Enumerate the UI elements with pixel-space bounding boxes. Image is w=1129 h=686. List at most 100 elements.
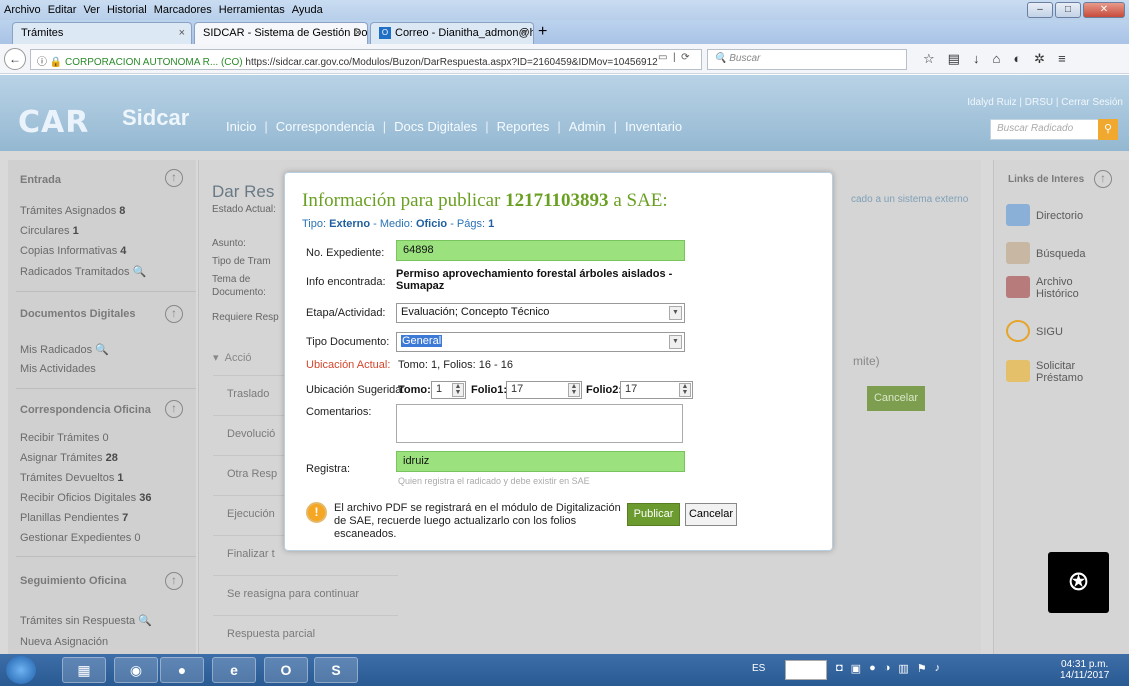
tray-sync-icon[interactable]: ● [869,662,876,675]
sidebar-item-planillas[interactable]: Planillas Pendientes 7 [20,512,128,524]
sidebar-item-tramites-devueltos[interactable]: Trámites Devueltos 1 [20,472,124,484]
menu-herramientas[interactable]: Herramientas [219,4,285,16]
collapse-up-icon[interactable]: ↑ [165,400,183,418]
sidebar-item-tramites-asignados[interactable]: Trámites Asignados 8 [20,205,125,217]
site-identity[interactable]: CORPORACION AUTONOMA R... (CO) [65,57,243,68]
menu-archivo[interactable]: Archivo [4,4,41,16]
bookmark-star-icon[interactable]: ☆ [923,51,935,67]
sidcar-logo[interactable]: Sidcar [122,105,189,131]
sidebar-item-nueva-asignacion[interactable]: Nueva Asignación [20,636,108,648]
home-icon[interactable]: ⌂ [992,51,1000,67]
menu-marcadores[interactable]: Marcadores [154,4,212,16]
firefox-icon[interactable]: ● [160,657,204,683]
sidebar-item-recibir-oficios[interactable]: Recibir Oficios Digitales 36 [20,492,151,504]
minimize-button[interactable]: – [1027,2,1053,18]
sidebar-item-mis-actividades[interactable]: Mis Actividades [20,363,96,375]
tab-correo[interactable]: O Correo - Dianitha_admon@h × [370,22,534,44]
link-solicitar-prestamo[interactable]: Solicitar Préstamo [1006,360,1096,384]
tray-network-icon[interactable]: ◑ [884,662,891,675]
tab-tramites[interactable]: Trámites × [12,22,192,44]
file-explorer-icon[interactable]: ▦ [62,657,106,683]
tray-printer-icon[interactable]: ▥ [898,662,908,675]
skype-icon[interactable]: S [314,657,358,683]
internet-explorer-icon[interactable]: e [212,657,256,683]
nav-docs-digitales[interactable]: Docs Digitales [394,119,477,134]
tray-app-icon[interactable]: ▣ [851,662,861,675]
sidebar-item-mis-radicados[interactable]: Mis Radicados 🔍 [20,343,109,356]
tray-flag-icon[interactable]: ⚑ [917,662,927,675]
etapa-select[interactable]: Evaluación; Concepto Técnico ▼ [396,303,685,323]
system-clock[interactable]: 04:31 p.m. 14/11/2017 [1060,659,1109,681]
nav-admin[interactable]: Admin [569,119,606,134]
url-bar[interactable]: ⓘ 🔒 CORPORACION AUTONOMA R... (CO) https… [30,49,702,70]
sidebar-item-radicados-tramitados[interactable]: Radicados Tramitados 🔍 [20,265,146,278]
pocket-icon[interactable]: ◐ [1013,51,1021,67]
search-input[interactable]: 🔍 Buscar [707,49,907,70]
folio2-stepper[interactable]: 17 ▲ ▼ [620,381,693,399]
link-sigu[interactable]: SIGU [1006,320,1063,342]
tipodoc-select[interactable]: General ▼ [396,332,685,352]
search-icon[interactable]: ⚲ [1098,119,1118,140]
reader-icon[interactable]: ▭ [658,52,667,63]
menu-ayuda[interactable]: Ayuda [292,4,323,16]
car-logo[interactable]: CAR [18,105,89,140]
maximize-button[interactable]: □ [1055,2,1081,18]
publish-button[interactable]: Publicar [627,503,680,526]
sidebar-item-copias[interactable]: Copias Informativas 4 [20,245,126,257]
nav-inventario[interactable]: Inventario [625,119,682,134]
show-desktop-button[interactable] [785,660,827,680]
close-tab-icon[interactable]: × [521,27,527,39]
action-respuesta-parcial[interactable]: Respuesta parcial [213,615,398,655]
back-arrow-icon[interactable]: ← [4,48,26,70]
app-badge-icon[interactable]: ⍟ [1048,552,1109,613]
tray-shield-icon[interactable]: ◘ [836,662,843,675]
spinner-icon[interactable]: ▲ ▼ [568,383,580,397]
action-reasigna[interactable]: Se reasigna para continuar [213,575,398,615]
bookmarks-list-icon[interactable]: ▤ [948,51,960,67]
spinner-icon[interactable]: ▲ ▼ [452,383,464,397]
sidebar-item-recibir-tramites[interactable]: Recibir Trámites 0 [20,432,109,444]
folio1-stepper[interactable]: 17 ▲ ▼ [506,381,582,399]
expediente-field[interactable]: 64898 [396,240,685,261]
collapse-up-icon[interactable]: ↑ [1094,170,1112,188]
collapse-up-icon[interactable]: ↑ [165,305,183,323]
download-icon[interactable]: ↓ [973,51,980,67]
reload-icon[interactable]: ⟳ [681,52,689,63]
cancel-button-background[interactable]: Cancelar [867,386,925,411]
sidebar-item-gestionar-expedientes[interactable]: Gestionar Expedientes 0 [20,532,140,544]
language-indicator[interactable]: ES [752,663,765,674]
start-button-icon[interactable] [6,656,36,684]
url-address[interactable]: https://sidcar.car.gov.co/Modulos/Buzon/… [245,57,657,68]
menu-icon[interactable]: ≡ [1058,51,1066,67]
outlook-icon[interactable]: O [264,657,308,683]
sidebar-item-tramites-sin-respuesta[interactable]: Trámites sin Respuesta 🔍 [20,614,152,627]
link-archivo-historico[interactable]: Archivo Histórico [1006,276,1096,300]
menu-historial[interactable]: Historial [107,4,147,16]
nav-inicio[interactable]: Inicio [226,119,256,134]
radicado-search-input[interactable]: Buscar Radicado [990,119,1108,140]
collapse-up-icon[interactable]: ↑ [165,572,183,590]
menu-editar[interactable]: Editar [48,4,77,16]
collapse-up-icon[interactable]: ↑ [165,169,183,187]
tab-sidcar[interactable]: SIDCAR - Sistema de Gestión Doc × [194,22,368,44]
tomo-stepper[interactable]: 1 ▲ ▼ [431,381,466,399]
info-icon[interactable]: ⓘ 🔒 [37,57,65,68]
close-window-button[interactable]: ✕ [1083,2,1125,18]
nav-reportes[interactable]: Reportes [497,119,550,134]
new-tab-icon[interactable]: + [538,23,547,41]
sidebar-item-circulares[interactable]: Circulares 1 [20,225,79,237]
comentarios-textarea[interactable] [396,404,683,443]
close-tab-icon[interactable]: × [355,27,361,39]
chrome-icon[interactable]: ◉ [114,657,158,683]
link-directorio[interactable]: Directorio [1006,204,1083,226]
extension-icon[interactable]: ✲ [1034,51,1045,67]
registra-field[interactable]: idruiz [396,451,685,472]
nav-correspondencia[interactable]: Correspondencia [276,119,375,134]
sidebar-item-asignar-tramites[interactable]: Asignar Trámites 28 [20,452,118,464]
tray-volume-icon[interactable]: ♪ [935,662,941,675]
menu-ver[interactable]: Ver [83,4,100,16]
close-tab-icon[interactable]: × [179,27,185,39]
cancel-button[interactable]: Cancelar [685,503,737,526]
external-system-link[interactable]: cado a un sistema externo [851,194,968,205]
spinner-icon[interactable]: ▲ ▼ [679,383,691,397]
